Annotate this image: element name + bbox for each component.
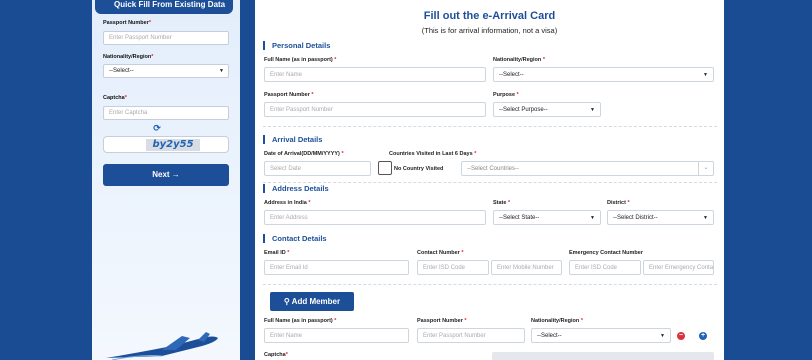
member-nationality-label: Nationality/Region *: [531, 318, 583, 324]
arrival-form: Fill out the e-Arrival Card (This is for…: [255, 0, 724, 360]
emergency-isd-input[interactable]: Enter ISD Code: [569, 260, 641, 275]
section-contact-details: Contact Details: [263, 234, 327, 243]
member-passport-input[interactable]: Enter Passport Number: [417, 328, 525, 343]
section-divider: [263, 284, 717, 285]
captcha-label: Captcha*: [264, 352, 288, 358]
airplane-illustration: [106, 332, 218, 360]
address-input[interactable]: Enter Address: [264, 210, 486, 225]
arrival-date-label: Date of Arrival(DD/MM/YYYY) *: [264, 151, 344, 157]
purpose-label: Purpose *: [493, 92, 519, 98]
captcha-image-box: by2y55: [103, 136, 229, 153]
passport-input[interactable]: Enter Passport Number: [264, 102, 486, 117]
nationality-label: Nationality/Region *: [493, 57, 545, 63]
chevron-down-icon: ▼: [660, 333, 665, 339]
nationality-select[interactable]: --Select-- ▼: [493, 67, 714, 82]
add-member-icon[interactable]: +: [699, 332, 707, 340]
fullname-input[interactable]: Enter Name: [264, 67, 486, 82]
member-fullname-input[interactable]: Enter Name: [264, 328, 409, 343]
emergency-contact-label: Emergency Contact Number: [569, 250, 643, 256]
chevron-down-icon: ▼: [219, 68, 224, 74]
refresh-icon[interactable]: ⟳: [150, 122, 164, 134]
section-address-details: Address Details: [263, 184, 329, 193]
district-label: District *: [607, 200, 630, 206]
isd-code-input[interactable]: Enter ISD Code: [417, 260, 489, 275]
state-label: State *: [493, 200, 511, 206]
member-passport-label: Passport Number *: [417, 318, 467, 324]
district-select[interactable]: --Select District-- ▼: [607, 210, 714, 225]
arrival-date-input[interactable]: Select Date: [264, 161, 371, 176]
mobile-number-input[interactable]: Enter Mobile Number: [491, 260, 562, 275]
page-title: Fill out the e-Arrival Card: [423, 10, 556, 22]
contact-number-label: Contact Number *: [417, 250, 464, 256]
section-arrival-details: Arrival Details: [263, 135, 322, 144]
email-label: Email ID *: [264, 250, 290, 256]
chevron-down-icon: ▼: [703, 72, 708, 78]
add-member-button[interactable]: ⚲ Add Member: [270, 292, 354, 311]
section-personal-details: Personal Details: [263, 41, 330, 50]
no-country-label: No Country Visited: [394, 166, 444, 172]
state-select[interactable]: --Select State-- ▼: [493, 210, 601, 225]
member-fullname-label: Full Name (as in passport) *: [264, 318, 337, 324]
fullname-label: Full Name (as in passport) *: [264, 57, 337, 63]
countries-multiselect[interactable]: --Select Countries-- ⌄: [461, 161, 714, 176]
chevron-down-icon: ▼: [703, 215, 708, 221]
sidebar-captcha-input[interactable]: Enter Captcha: [103, 106, 229, 120]
remove-member-icon[interactable]: −: [677, 332, 685, 340]
page-subtitle: (This is for arrival information, not a …: [421, 26, 558, 35]
add-user-icon: ⚲: [283, 297, 290, 306]
sidebar-passport-label: Passport Number*: [103, 20, 151, 26]
emergency-number-input[interactable]: Enter Emergency Contact Number: [643, 260, 714, 275]
quick-fill-sidebar: Quick Fill From Existing Data Passport N…: [92, 0, 240, 360]
sidebar-nationality-label: Nationality/Region*: [103, 54, 154, 60]
chevron-down-icon: ▼: [590, 107, 595, 113]
section-divider: [263, 182, 717, 183]
section-divider: [263, 126, 717, 127]
quick-fill-heading: Quick Fill From Existing Data: [95, 0, 233, 14]
sidebar-passport-input[interactable]: Enter Passport Number: [103, 31, 229, 45]
email-input[interactable]: Enter Email Id: [264, 260, 409, 275]
sidebar-captcha-label: Captcha*: [103, 95, 127, 101]
no-country-checkbox[interactable]: [378, 161, 392, 175]
countries-visited-label: Countries Visited in Last 6 Days *: [389, 151, 477, 157]
sidebar-nationality-select[interactable]: --Select-- ▼: [103, 64, 229, 78]
chevron-down-icon: ⌄: [698, 162, 713, 175]
address-label: Address in India *: [264, 200, 311, 206]
passport-label: Passport Number *: [264, 92, 314, 98]
captcha-image: by2y55: [146, 139, 200, 151]
purpose-select[interactable]: --Select Purpose-- ▼: [493, 102, 601, 117]
captcha-placeholder-bar: [492, 352, 714, 360]
next-button[interactable]: Next →: [103, 164, 229, 186]
member-nationality-select[interactable]: --Select-- ▼: [531, 328, 671, 343]
chevron-down-icon: ▼: [590, 215, 595, 221]
